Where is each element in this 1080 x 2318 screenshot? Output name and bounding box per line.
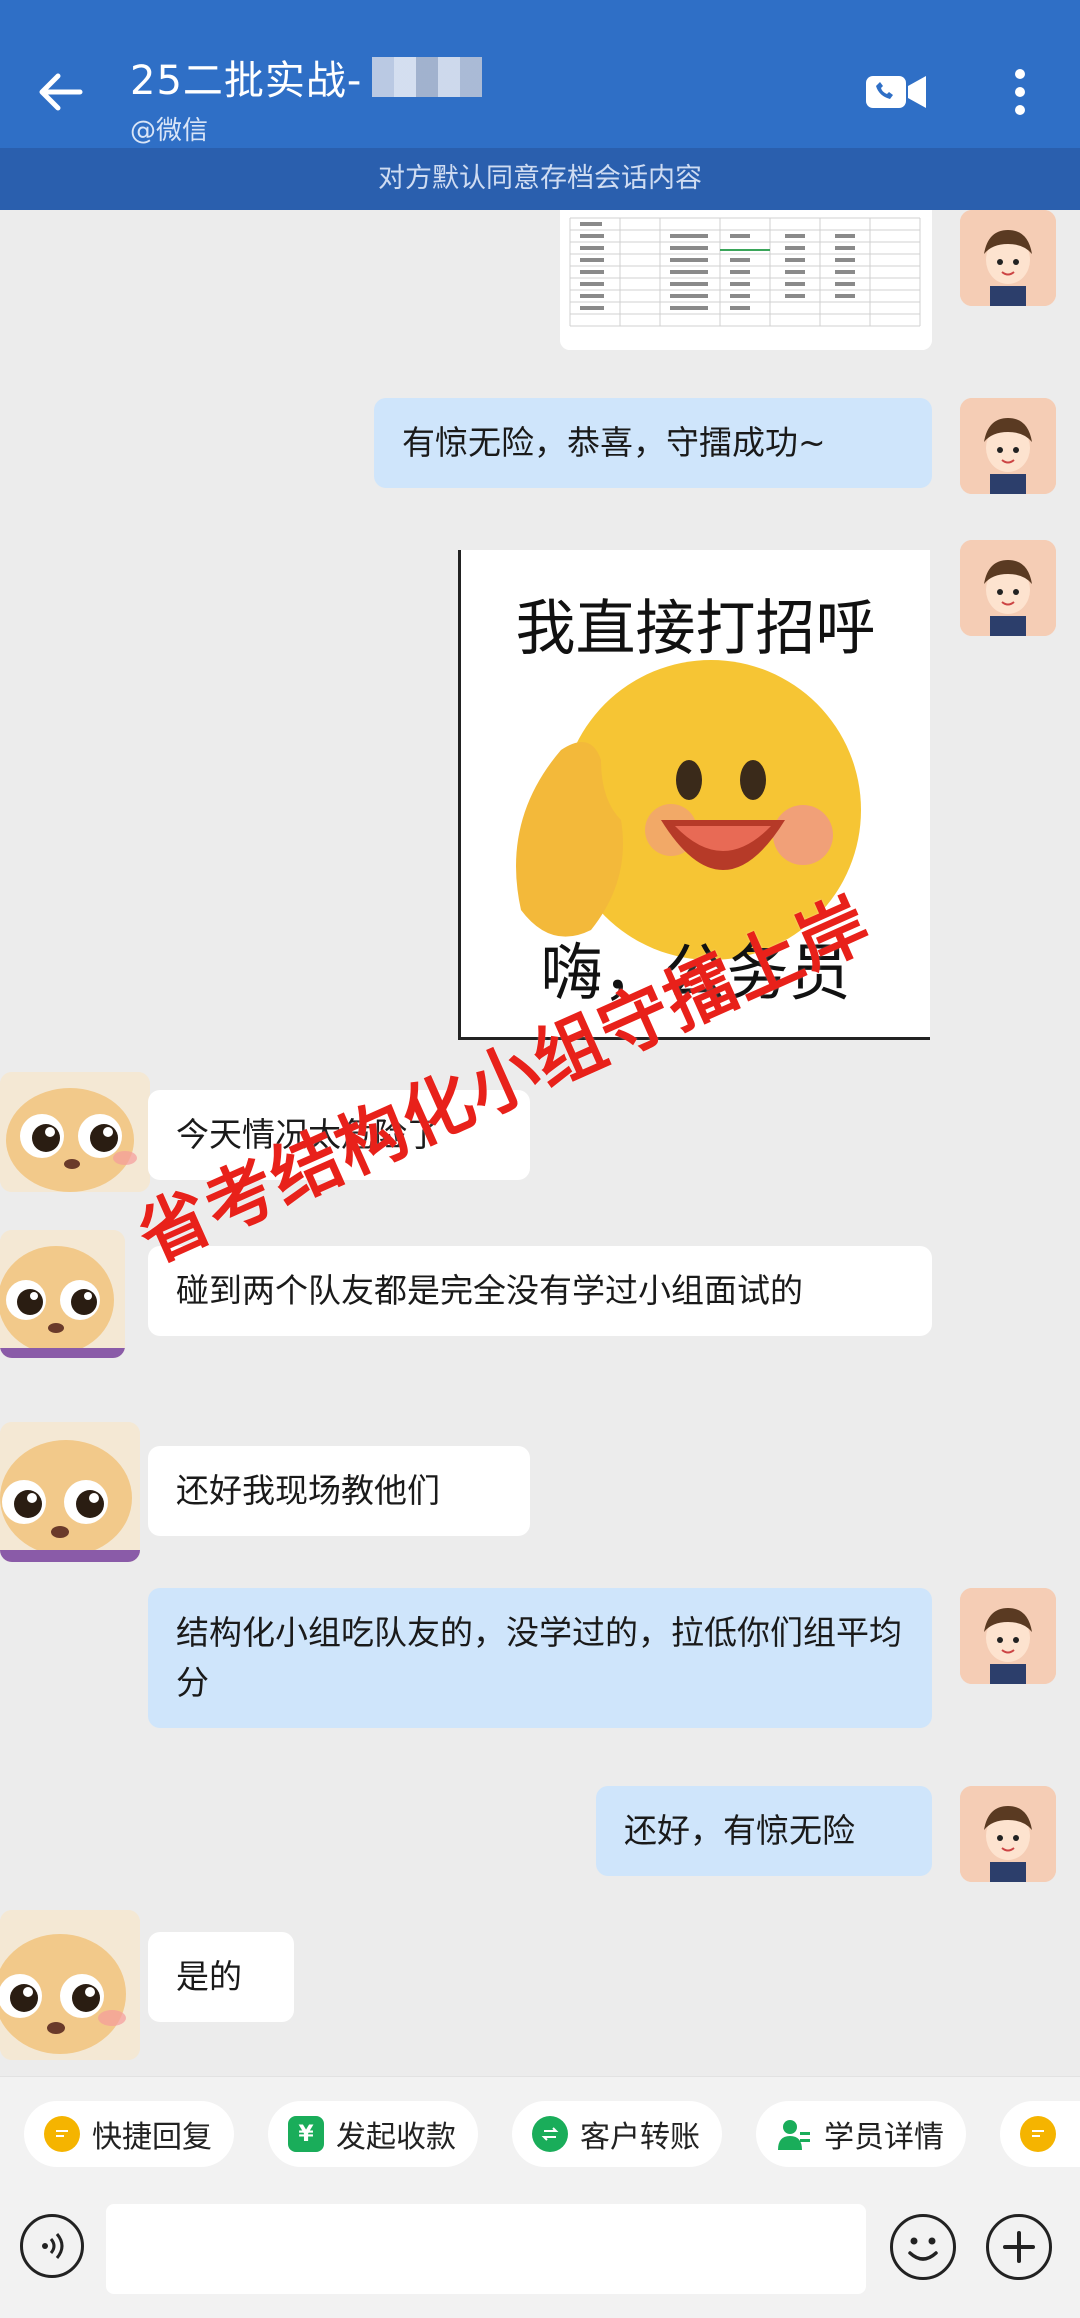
start-payment-button[interactable]: ¥ 发起收款 [268, 2101, 478, 2167]
avatar[interactable] [960, 1588, 1056, 1684]
quick-actions-bar: 快捷回复 ¥ 发起收款 客户转账 学员详情 [0, 2076, 1080, 2186]
archive-notice: 对方默认同意存档会话内容 [0, 148, 1080, 210]
message-bubble[interactable]: 碰到两个队友都是完全没有学过小组面试的 [148, 1246, 932, 1336]
voice-input-icon[interactable] [20, 2214, 84, 2278]
chip-label: 学员详情 [824, 2120, 944, 2155]
avatar[interactable] [0, 1422, 140, 1562]
chat-header: 25二批实战- @微信 [0, 30, 1080, 148]
message-bubble[interactable]: 是的 [148, 1932, 294, 2022]
avatar[interactable] [0, 1230, 125, 1358]
back-arrow-icon[interactable] [28, 60, 92, 124]
quick-reply-button[interactable]: 快捷回复 [24, 2101, 234, 2167]
message-input[interactable] [106, 2204, 866, 2294]
avatar[interactable] [960, 398, 1056, 494]
spreadsheet-image[interactable] [560, 210, 932, 350]
message-bubble[interactable]: 结构化小组吃队友的，没学过的，拉低你们组平均分 [148, 1588, 932, 1728]
chip-label: 发起收款 [336, 2120, 456, 2155]
chat-icon [1020, 2116, 1056, 2152]
blurred-name [372, 57, 483, 97]
status-bar [0, 0, 1080, 30]
quick-reply-icon [44, 2116, 80, 2152]
more-action-button[interactable] [1000, 2101, 1080, 2167]
chip-label: 快捷回复 [92, 2120, 212, 2155]
video-call-icon[interactable] [862, 62, 932, 122]
customer-transfer-button[interactable]: 客户转账 [512, 2101, 722, 2167]
message-list[interactable]: 有惊无险，恭喜，守擂成功~ 我直接打招呼 嗨，公务员 今天情况太危险了 碰到两个… [0, 210, 1080, 2076]
avatar[interactable] [960, 540, 1056, 636]
message-bubble[interactable]: 有惊无险，恭喜，守擂成功~ [374, 398, 932, 488]
avatar[interactable] [0, 1910, 140, 2060]
avatar[interactable] [960, 1786, 1056, 1882]
input-bar [0, 2186, 1080, 2318]
student-details-button[interactable]: 学员详情 [756, 2101, 966, 2167]
chat-title: 25二批实战- [130, 58, 363, 104]
transfer-icon [532, 2116, 568, 2152]
emoji-icon[interactable] [890, 2214, 956, 2280]
title-block[interactable]: 25二批实战- @微信 [130, 48, 483, 147]
chat-subtitle: @微信 [130, 116, 209, 146]
message-bubble[interactable]: 还好我现场教他们 [148, 1446, 530, 1536]
plus-icon[interactable] [986, 2214, 1052, 2280]
more-options-icon[interactable] [990, 60, 1050, 124]
yuan-icon: ¥ [288, 2116, 324, 2152]
student-icon [776, 2116, 812, 2152]
chip-label: 客户转账 [580, 2120, 700, 2155]
avatar[interactable] [960, 210, 1056, 306]
message-bubble[interactable]: 还好，有惊无险 [596, 1786, 932, 1876]
avatar[interactable] [0, 1072, 150, 1192]
